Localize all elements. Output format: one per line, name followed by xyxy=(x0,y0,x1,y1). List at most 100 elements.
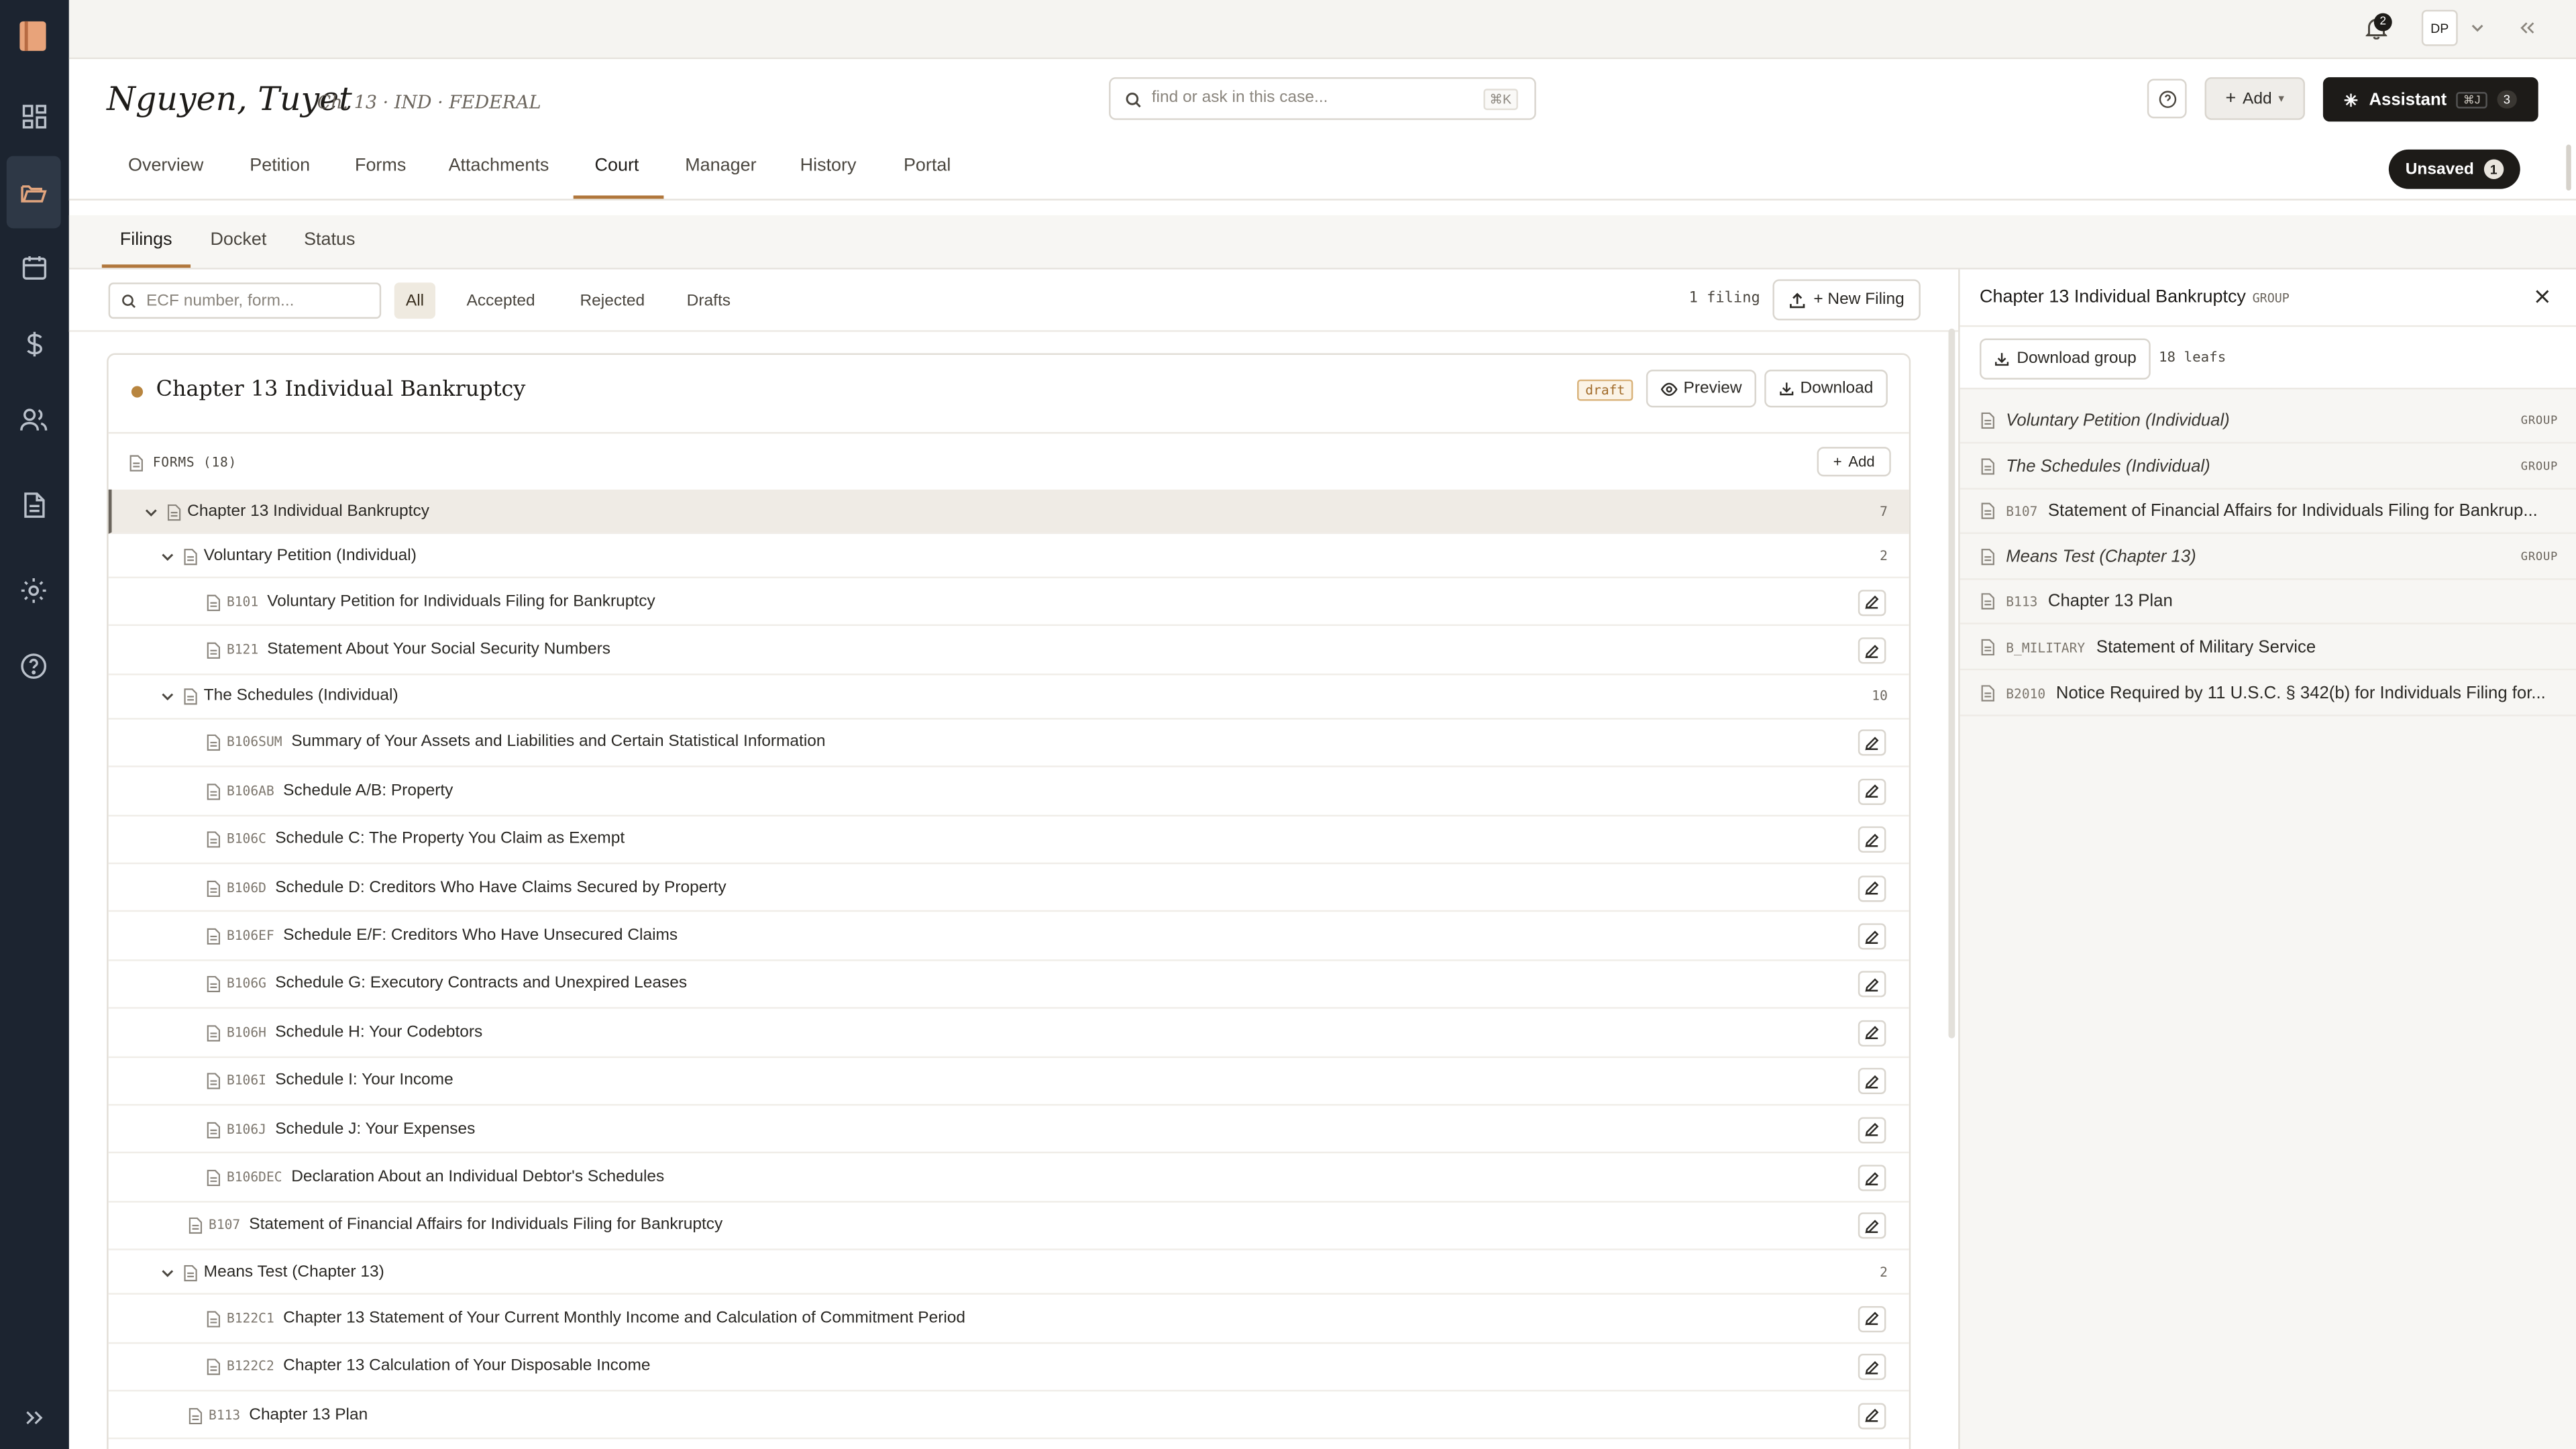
edit-form-button[interactable] xyxy=(1858,826,1886,853)
edit-form-button[interactable] xyxy=(1858,1116,1886,1143)
edit-form-button[interactable] xyxy=(1858,637,1886,664)
tab-forms[interactable]: Forms xyxy=(355,156,406,176)
chevron-down-icon[interactable] xyxy=(161,692,174,702)
tree-leaf-label: Statement of Financial Affairs for Indiv… xyxy=(249,1216,723,1235)
file-icon xyxy=(207,783,221,800)
tree-group-row[interactable]: Voluntary Petition (Individual) 2 xyxy=(108,534,1909,579)
tab-overview[interactable]: Overview xyxy=(128,156,203,176)
add-form-button[interactable]: + Add xyxy=(1817,447,1891,477)
edit-form-button[interactable] xyxy=(1858,1165,1886,1191)
unsaved-button[interactable]: Unsaved 1 xyxy=(2388,149,2520,189)
chevron-down-icon[interactable] xyxy=(161,551,174,561)
new-filing-label: + New Filing xyxy=(1813,290,1904,309)
tree-leaf-row[interactable]: B106G Schedule G: Executory Contracts and… xyxy=(108,961,1909,1010)
edit-form-button[interactable] xyxy=(1858,971,1886,998)
search-placeholder: find or ask in this case... xyxy=(1151,89,1328,107)
edit-form-button[interactable] xyxy=(1858,730,1886,757)
tree-leaf-row[interactable]: B106D Schedule D: Creditors Who Have Clai… xyxy=(108,864,1909,913)
file-icon xyxy=(189,1218,203,1235)
tree-leaf-row[interactable]: B106H Schedule H: Your Codebtors xyxy=(108,1009,1909,1058)
pencil-icon xyxy=(1865,977,1880,992)
users-icon[interactable] xyxy=(7,383,61,455)
download-button[interactable]: Download xyxy=(1764,370,1888,408)
add-button[interactable]: + Add ▾ xyxy=(2204,77,2305,120)
file-icon xyxy=(207,1311,221,1328)
edit-form-button[interactable] xyxy=(1858,1020,1886,1046)
new-filing-button[interactable]: + New Filing xyxy=(1772,279,1921,321)
panel-group-item[interactable]: Means Test (Chapter 13) GROUP xyxy=(1960,535,2576,580)
calendar-icon[interactable] xyxy=(7,231,61,304)
tree-leaf-row[interactable]: B122C1 Chapter 13 Statement of Your Curre… xyxy=(108,1295,1909,1344)
app-logo[interactable] xyxy=(19,21,46,51)
tree-group-label: Voluntary Petition (Individual) xyxy=(203,546,417,565)
edit-form-button[interactable] xyxy=(1858,1305,1886,1332)
close-icon[interactable] xyxy=(2535,289,2550,304)
chevron-down-icon[interactable] xyxy=(145,507,158,517)
folder-icon[interactable] xyxy=(6,156,61,229)
download-group-button[interactable]: Download group xyxy=(1980,338,2151,380)
chevron-down-icon[interactable] xyxy=(161,1268,174,1278)
search-icon xyxy=(1126,92,1142,108)
tree-leaf-row[interactable]: B113 Chapter 13 Plan xyxy=(108,1391,1909,1440)
panel-leaf-item[interactable]: B107 Statement of Financial Affairs for I… xyxy=(1960,490,2576,535)
help-button[interactable] xyxy=(2147,78,2187,119)
tree-group-row[interactable]: The Schedules (Individual) 10 xyxy=(108,675,1909,720)
settings-icon[interactable] xyxy=(7,553,61,626)
main-scrollbar[interactable] xyxy=(1948,328,1955,1038)
dollar-icon[interactable] xyxy=(7,307,61,380)
tree-leaf-row[interactable]: B122C2 Chapter 13 Calculation of Your Dis… xyxy=(108,1343,1909,1392)
tab-attachments[interactable]: Attachments xyxy=(449,156,549,176)
dashboard-icon[interactable] xyxy=(7,80,61,153)
filter-all[interactable]: All xyxy=(394,282,436,319)
panel-leaf-item[interactable]: B2010 Notice Required by 11 U.S.C. § 342(… xyxy=(1960,672,2576,716)
edit-form-button[interactable] xyxy=(1858,778,1886,805)
expand-rail-icon[interactable] xyxy=(7,1393,61,1442)
edit-form-button[interactable] xyxy=(1858,1213,1886,1240)
edit-form-button[interactable] xyxy=(1858,589,1886,616)
edit-form-button[interactable] xyxy=(1858,1354,1886,1381)
edit-form-button[interactable] xyxy=(1858,1068,1886,1095)
subtab-docket[interactable]: Docket xyxy=(210,230,266,250)
edit-form-button[interactable] xyxy=(1858,923,1886,950)
assistant-button[interactable]: Assistant ⌘J 3 xyxy=(2322,77,2538,122)
collapse-icon[interactable] xyxy=(2520,21,2535,35)
panel-leaf-item[interactable]: B_MILITARY Statement of Military Service xyxy=(1960,626,2576,671)
tree-leaf-row[interactable]: B121 Statement About Your Social Security… xyxy=(108,627,1909,676)
tab-portal[interactable]: Portal xyxy=(904,156,951,176)
tab-manager[interactable]: Manager xyxy=(685,156,756,176)
tree-leaf-row[interactable]: B107 Statement of Financial Affairs for I… xyxy=(108,1202,1909,1251)
tree-leaf-row[interactable]: B106EF Schedule E/F: Creditors Who Have U… xyxy=(108,912,1909,961)
panel-leaf-item[interactable]: B113 Chapter 13 Plan xyxy=(1960,580,2576,625)
tree-leaf-row[interactable]: B106SUM Summary of Your Assets and Liabil… xyxy=(108,719,1909,768)
panel-group-tag: GROUP xyxy=(2252,290,2290,306)
tabs-scrollbar[interactable] xyxy=(2566,144,2571,191)
edit-form-button[interactable] xyxy=(1858,875,1886,902)
tab-petition[interactable]: Petition xyxy=(250,156,310,176)
case-search-input[interactable]: find or ask in this case... ⌘K xyxy=(1109,77,1536,120)
ecf-search-input[interactable]: ECF number, form... xyxy=(108,282,382,319)
tree-leaf-row[interactable]: B106C Schedule C: The Property You Claim … xyxy=(108,816,1909,865)
tree-leaf-row[interactable]: B106I Schedule I: Your Income xyxy=(108,1057,1909,1106)
preview-button[interactable]: Preview xyxy=(1646,370,1756,408)
tree-leaf-row[interactable]: B106AB Schedule A/B: Property xyxy=(108,767,1909,816)
tree-group-row[interactable]: Means Test (Chapter 13) 2 xyxy=(108,1250,1909,1295)
top-bar: 2 DP xyxy=(68,0,2576,60)
panel-group-item[interactable]: Voluntary Petition (Individual) GROUP xyxy=(1960,399,2576,444)
filter-drafts[interactable]: Drafts xyxy=(676,282,743,319)
help-icon[interactable] xyxy=(7,629,61,702)
document-icon[interactable] xyxy=(7,468,61,541)
tab-history[interactable]: History xyxy=(800,156,857,176)
tree-group-row[interactable]: Chapter 13 Individual Bankruptcy 7 xyxy=(108,489,1909,534)
subtab-filings[interactable]: Filings xyxy=(120,230,172,250)
panel-group-item[interactable]: The Schedules (Individual) GROUP xyxy=(1960,445,2576,489)
chevron-down-icon[interactable] xyxy=(2471,23,2484,33)
tab-court[interactable]: Court xyxy=(595,156,639,176)
tree-leaf-row[interactable]: B106J Schedule J: Your Expenses xyxy=(108,1106,1909,1155)
tree-leaf-row[interactable]: B101 Voluntary Petition for Individuals F… xyxy=(108,578,1909,627)
edit-form-button[interactable] xyxy=(1858,1402,1886,1429)
tree-leaf-row[interactable]: B106DEC Declaration About an Individual D… xyxy=(108,1154,1909,1203)
user-avatar[interactable]: DP xyxy=(2421,9,2458,46)
filter-accepted[interactable]: Accepted xyxy=(455,282,546,319)
filter-rejected[interactable]: Rejected xyxy=(568,282,656,319)
subtab-status[interactable]: Status xyxy=(304,230,355,250)
